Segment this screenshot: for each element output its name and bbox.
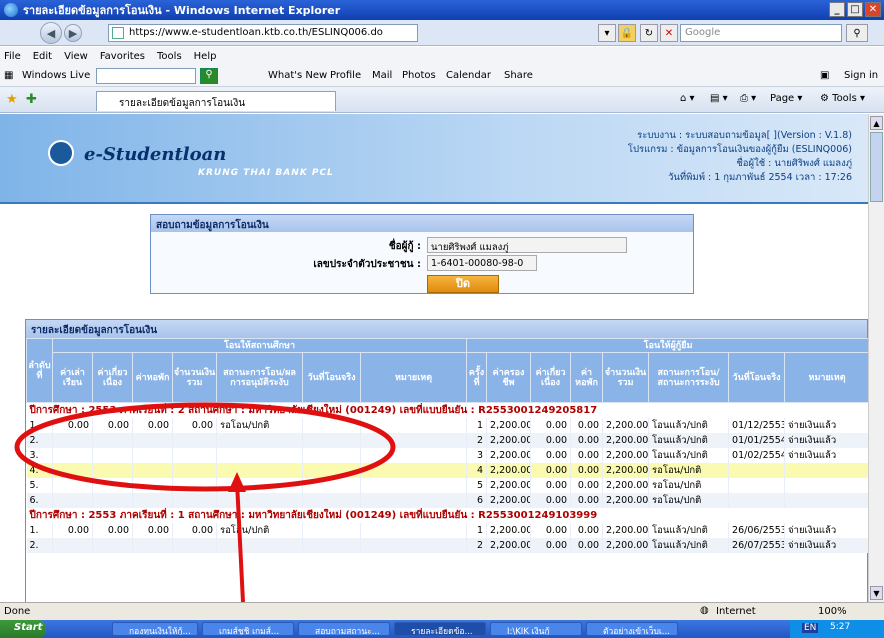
zone-text: Internet <box>716 606 756 617</box>
menu-file[interactable]: File <box>4 51 21 62</box>
taskbar: Start กองทุนเงินให้กู้... เกมส์ชูชิ เกมส… <box>0 620 884 638</box>
annotation-arrow-head <box>228 472 246 492</box>
back-button[interactable]: ◀ <box>40 22 62 44</box>
clock: 5:27 <box>830 622 851 632</box>
taskbar-item-3[interactable]: สอบถามสถานะ... <box>298 622 390 636</box>
window-title: รายละเอียดข้อมูลการโอนเงิน - Windows Int… <box>23 4 341 17</box>
link-mail[interactable]: Mail <box>372 70 392 81</box>
scroll-down-button[interactable]: ▼ <box>870 586 883 600</box>
link-profile[interactable]: Profile <box>330 70 361 81</box>
windows-live-flag-icon: ▦ <box>4 70 14 81</box>
minimize-button[interactable]: _ <box>829 2 845 17</box>
print-icon[interactable]: ⎙ ▾ <box>740 93 756 104</box>
menu-bar: File Edit View Favorites Tools Help <box>0 47 884 65</box>
search-input[interactable]: Google <box>680 24 842 42</box>
taskbar-item-6[interactable]: ตัวอย่างเข้าเว็บเ... <box>586 622 678 636</box>
gear-icon: ⚙ <box>820 93 829 104</box>
annotation-arrow-line <box>235 481 245 602</box>
search-button[interactable]: ⚲ <box>846 24 868 42</box>
feeds-icon[interactable]: ▤ ▾ <box>710 93 728 104</box>
url-dropdown-button[interactable]: ▾ <box>598 24 616 42</box>
close-window-button[interactable]: ✕ <box>865 2 881 17</box>
windows-live-link[interactable]: Windows Live <box>22 70 90 81</box>
ie-logo-icon <box>4 3 18 17</box>
page-viewport: e-Studentloan KRUNG THAI BANK PCL ระบบงา… <box>0 114 868 602</box>
stop-button[interactable]: ✕ <box>660 24 678 42</box>
vertical-scrollbar[interactable]: ▲ ▼ <box>868 114 884 602</box>
zoom-level[interactable]: 100% <box>818 606 847 617</box>
browser-tab[interactable]: รายละเอียดข้อมูลการโอนเงิน <box>96 91 336 111</box>
taskbar-item-2[interactable]: เกมส์ชูชิ เกมส์... <box>202 622 294 636</box>
messenger-icon[interactable]: ▣ <box>820 70 829 81</box>
address-toolbar: ◀ ▶ https://www.e-studentloan.ktb.co.th/… <box>0 20 884 46</box>
url-field[interactable]: https://www.e-studentloan.ktb.co.th/ESLI… <box>108 24 418 42</box>
taskbar-item-1[interactable]: กองทุนเงินให้กู้... <box>112 622 198 636</box>
scroll-thumb[interactable] <box>870 132 883 202</box>
lock-icon[interactable]: 🔒 <box>618 24 636 42</box>
menu-help[interactable]: Help <box>194 51 217 62</box>
favorites-bar: ★ ✚ รายละเอียดข้อมูลการโอนเงิน ⌂ ▾ ▤ ▾ ⎙… <box>0 87 884 113</box>
maximize-button[interactable]: □ <box>847 2 863 17</box>
search-icon: ⚲ <box>853 27 861 39</box>
live-search-button[interactable]: ⚲ <box>200 68 218 84</box>
taskbar-item-5[interactable]: I:\KIK เงินกู้ <box>490 622 582 636</box>
sign-in-link[interactable]: Sign in <box>844 70 878 81</box>
window-title-bar[interactable]: รายละเอียดข้อมูลการโอนเงิน - Windows Int… <box>0 0 884 20</box>
status-bar: Done ◍ Internet 100% <box>0 602 884 620</box>
add-favorites-icon[interactable]: ✚ <box>26 92 37 107</box>
link-whats-new[interactable]: What's New <box>268 70 327 81</box>
annotation-ellipse <box>14 402 396 492</box>
tools-menu[interactable]: ⚙ Tools ▾ <box>820 93 865 104</box>
start-button[interactable]: Start <box>0 620 46 638</box>
menu-view[interactable]: View <box>64 51 88 62</box>
globe-icon: ◍ <box>700 605 709 616</box>
home-icon[interactable]: ⌂ ▾ <box>680 93 695 104</box>
menu-favorites[interactable]: Favorites <box>100 51 145 62</box>
link-share[interactable]: Share <box>504 70 533 81</box>
link-calendar[interactable]: Calendar <box>446 70 491 81</box>
live-search-input[interactable] <box>96 68 196 84</box>
scroll-up-button[interactable]: ▲ <box>870 116 883 130</box>
windows-live-toolbar: ▦ Windows Live ⚲ What's New Profile Mail… <box>0 65 884 87</box>
status-text: Done <box>4 606 31 617</box>
back-arrow-icon: ◀ <box>46 26 56 40</box>
link-photos[interactable]: Photos <box>402 70 436 81</box>
refresh-button[interactable]: ↻ <box>640 24 658 42</box>
menu-edit[interactable]: Edit <box>33 51 52 62</box>
forward-button[interactable]: ▶ <box>64 24 82 42</box>
favorites-star-icon[interactable]: ★ <box>6 92 18 107</box>
system-tray: EN 5:27 <box>790 620 884 638</box>
page-icon <box>112 27 124 39</box>
forward-arrow-icon: ▶ <box>68 26 78 40</box>
language-indicator[interactable]: EN <box>802 623 819 633</box>
annotation-overlay <box>14 402 396 602</box>
page-menu[interactable]: Page ▾ <box>770 93 802 104</box>
taskbar-item-4[interactable]: รายละเอียดข้อ... <box>394 622 486 636</box>
menu-tools[interactable]: Tools <box>157 51 182 62</box>
